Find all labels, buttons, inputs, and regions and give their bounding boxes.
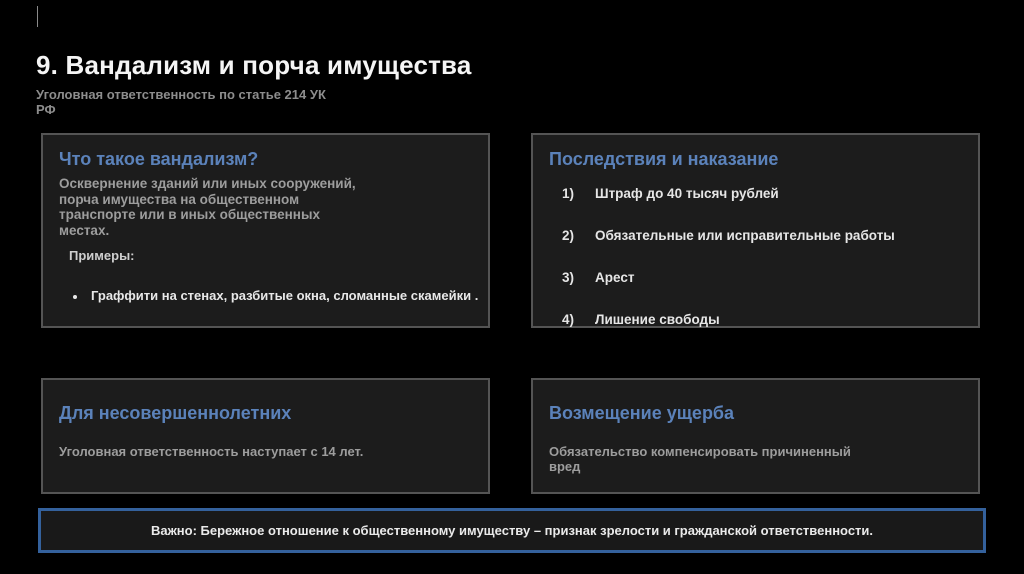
- punishment-list: 1) Штраф до 40 тысяч рублей 2) Обязатель…: [549, 186, 962, 328]
- item-text: Арест: [595, 270, 635, 285]
- card-heading: Возмещение ущерба: [549, 403, 735, 423]
- bullet-text: Граффити на стенах, разбитые окна, слома…: [91, 288, 479, 303]
- list-item: 1) Штраф до 40 тысяч рублей: [562, 186, 962, 202]
- list-item: 4) Лишение свободы: [562, 312, 962, 328]
- card-consequences: Последствия и наказание 1) Штраф до 40 т…: [531, 133, 980, 328]
- important-note-banner: Важно: Бережное отношение к общественном…: [38, 508, 986, 553]
- text-caret: [37, 6, 38, 27]
- list-item: 2) Обязательные или исправительные работ…: [562, 228, 962, 244]
- card-minors: Для несовершеннолетних Уголовная ответст…: [41, 378, 490, 494]
- card-heading: Последствия и наказание: [549, 149, 779, 169]
- item-number: 1): [562, 186, 575, 201]
- card-compensation: Возмещение ущерба Обязательство компенси…: [531, 378, 980, 494]
- card-heading: Для несовершеннолетних: [59, 403, 292, 423]
- examples-label: Примеры:: [69, 248, 135, 263]
- item-text: Обязательные или исправительные работы: [595, 228, 895, 243]
- card-what-is-vandalism: Что такое вандализм? Осквернение зданий …: [41, 133, 490, 328]
- card-body-text: Уголовная ответственность наступает с 14…: [59, 444, 364, 459]
- example-list-item: Граффити на стенах, разбитые окна, слома…: [73, 288, 478, 303]
- card-heading: Что такое вандализм?: [59, 149, 259, 169]
- item-number: 2): [562, 228, 575, 243]
- card-body-text: Осквернение зданий или иных сооружений, …: [59, 176, 356, 238]
- page-title: 9. Вандализм и порча имущества: [36, 50, 472, 80]
- list-item: 3) Арест: [562, 270, 962, 286]
- item-text: Лишение свободы: [595, 312, 720, 327]
- slide: 9. Вандализм и порча имущества Уголовная…: [0, 0, 1024, 574]
- bullet-icon: [73, 295, 77, 299]
- card-body-text: Обязательство компенсировать причиненный…: [549, 444, 851, 474]
- item-text: Штраф до 40 тысяч рублей: [595, 186, 779, 201]
- banner-text: Важно: Бережное отношение к общественном…: [150, 523, 874, 538]
- page-subtitle: Уголовная ответственность по статье 214 …: [36, 87, 326, 117]
- item-number: 4): [562, 312, 575, 327]
- item-number: 3): [562, 270, 575, 285]
